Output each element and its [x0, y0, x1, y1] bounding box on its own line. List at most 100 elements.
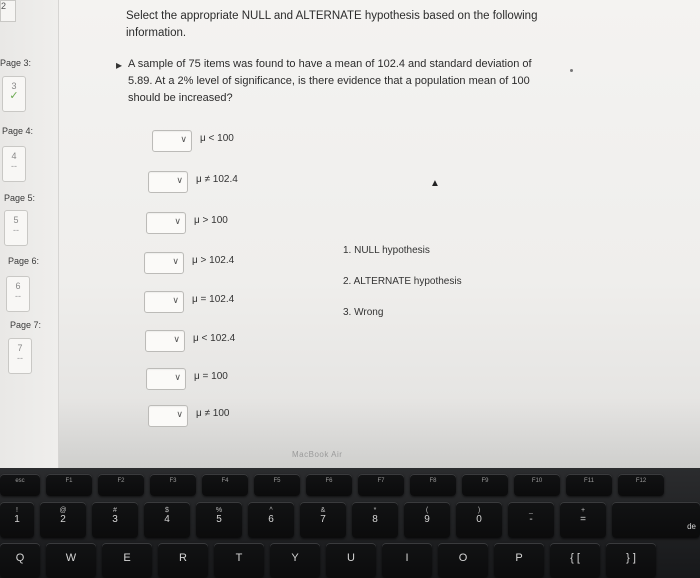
key-number: 2: [60, 514, 66, 525]
key-i[interactable]: I: [382, 543, 432, 578]
key-f12[interactable]: F12: [618, 474, 664, 496]
page-number: 7: [17, 343, 23, 353]
page-4-link[interactable]: 4 --: [2, 146, 26, 182]
key-4[interactable]: $4: [144, 502, 190, 538]
key-y[interactable]: Y: [270, 543, 320, 578]
answer-dropdown[interactable]: ∨: [148, 171, 188, 193]
key-number: 7: [320, 514, 326, 525]
page-number-box[interactable]: 2: [0, 0, 16, 22]
page-label: Page 6:: [8, 256, 40, 266]
page-sidebar: 2 Page 3: 3 ✓ Page 4: 4 -- Page 5: 5 -- …: [0, 0, 59, 468]
key-label: F1: [65, 478, 73, 484]
stray-dot: [570, 69, 573, 72]
chevron-down-icon: ∨: [176, 409, 183, 419]
key-label: T: [235, 552, 243, 564]
choice-text: μ = 102.4: [192, 294, 235, 305]
page-label: Page 3:: [0, 58, 32, 68]
key-label: } ]: [626, 552, 636, 564]
key-number: 6: [268, 514, 274, 525]
key-symbol: _: [529, 507, 533, 514]
key-e[interactable]: E: [102, 543, 152, 578]
key-7[interactable]: & 7: [300, 502, 346, 538]
key-label: F7: [377, 478, 385, 484]
key-symbol: (: [425, 507, 429, 514]
key-f7[interactable]: F7: [358, 474, 404, 496]
unanswered-mark: --: [11, 161, 17, 171]
key-label: R: [179, 552, 187, 564]
key-label: E: [123, 552, 131, 564]
key-p[interactable]: P: [494, 543, 544, 578]
key-label: F9: [481, 478, 489, 484]
answer-option: 1. NULL hypothesis: [343, 245, 430, 256]
unanswered-mark: --: [13, 225, 19, 235]
key-8[interactable]: * 8: [352, 502, 398, 538]
answer-option: 3. Wrong: [343, 307, 384, 318]
choice-text: μ ≠ 100: [196, 408, 230, 419]
answer-key-list: 1. NULL hypothesis 2. ALTERNATE hypothes…: [343, 245, 462, 338]
page-6-link[interactable]: 6 --: [6, 276, 30, 312]
chevron-down-icon: ∨: [174, 372, 181, 382]
page-7-link[interactable]: 7 --: [8, 338, 32, 374]
key-number: 8: [372, 514, 378, 525]
key-f10[interactable]: F10: [514, 474, 560, 496]
key-1[interactable]: ! 1: [0, 502, 34, 538]
key-label: F8: [429, 478, 437, 484]
chevron-down-icon: ∨: [180, 134, 187, 144]
key-left-bracket[interactable]: { [: [550, 543, 600, 578]
answer-dropdown[interactable]: ∨: [148, 405, 188, 427]
answer-dropdown[interactable]: ∨: [145, 330, 185, 352]
key-number: -: [529, 514, 533, 525]
chevron-down-icon: ∨: [172, 256, 179, 266]
page-5-link[interactable]: 5 --: [4, 210, 28, 246]
key-f11[interactable]: F11: [566, 474, 612, 496]
key-9[interactable]: (9: [404, 502, 450, 538]
key-u[interactable]: U: [326, 543, 376, 578]
answer-dropdown[interactable]: ∨: [146, 212, 186, 234]
key-label: F12: [635, 478, 647, 484]
page-label: Page 7:: [10, 320, 42, 330]
key-right-bracket[interactable]: } ]: [606, 543, 656, 578]
page-number: 4: [11, 151, 17, 161]
key-label: U: [347, 552, 355, 564]
key-f3[interactable]: F3: [150, 474, 196, 496]
key-f9[interactable]: F9: [462, 474, 508, 496]
check-icon: ✓: [9, 90, 19, 102]
key-f8[interactable]: F8: [410, 474, 456, 496]
answer-dropdown[interactable]: ∨: [144, 291, 184, 313]
choice-text: μ = 100: [194, 371, 228, 382]
page-3-link[interactable]: 3 ✓: [2, 76, 26, 112]
answer-dropdown[interactable]: ∨: [146, 368, 186, 390]
key-minus[interactable]: _ -: [508, 502, 554, 538]
key-3[interactable]: #3: [92, 502, 138, 538]
key-f2[interactable]: F2: [98, 474, 144, 496]
laptop-brand-label: MacBook Air: [292, 450, 343, 459]
key-r[interactable]: R: [158, 543, 208, 578]
key-label: W: [65, 552, 77, 564]
answer-dropdown[interactable]: ∨: [144, 252, 184, 274]
key-symbol: @: [59, 507, 67, 514]
key-f1[interactable]: F1: [46, 474, 92, 496]
key-f4[interactable]: F4: [202, 474, 248, 496]
key-symbol: +: [580, 507, 586, 514]
key-6[interactable]: ^ 6: [248, 502, 294, 538]
key-esc[interactable]: esc: [0, 474, 40, 496]
key-o[interactable]: O: [438, 543, 488, 578]
key-5[interactable]: % 5: [196, 502, 242, 538]
key-q[interactable]: Q: [0, 543, 40, 578]
key-f6[interactable]: F6: [306, 474, 352, 496]
key-f5[interactable]: F5: [254, 474, 300, 496]
key-label: Y: [291, 552, 299, 564]
key-label: F4: [221, 478, 229, 484]
key-label: F6: [325, 478, 333, 484]
key-2[interactable]: @2: [40, 502, 86, 538]
key-0[interactable]: ) 0: [456, 502, 502, 538]
key-w[interactable]: W: [46, 543, 96, 578]
key-label: Q: [15, 552, 25, 564]
key-delete[interactable]: de: [612, 502, 700, 538]
key-symbol: ): [477, 507, 481, 514]
key-number: =: [580, 514, 586, 525]
answer-dropdown[interactable]: ∨: [152, 130, 192, 152]
key-equals[interactable]: + =: [560, 502, 606, 538]
instructions-text: Select the appropriate NULL and ALTERNAT…: [126, 10, 538, 39]
key-t[interactable]: T: [214, 543, 264, 578]
